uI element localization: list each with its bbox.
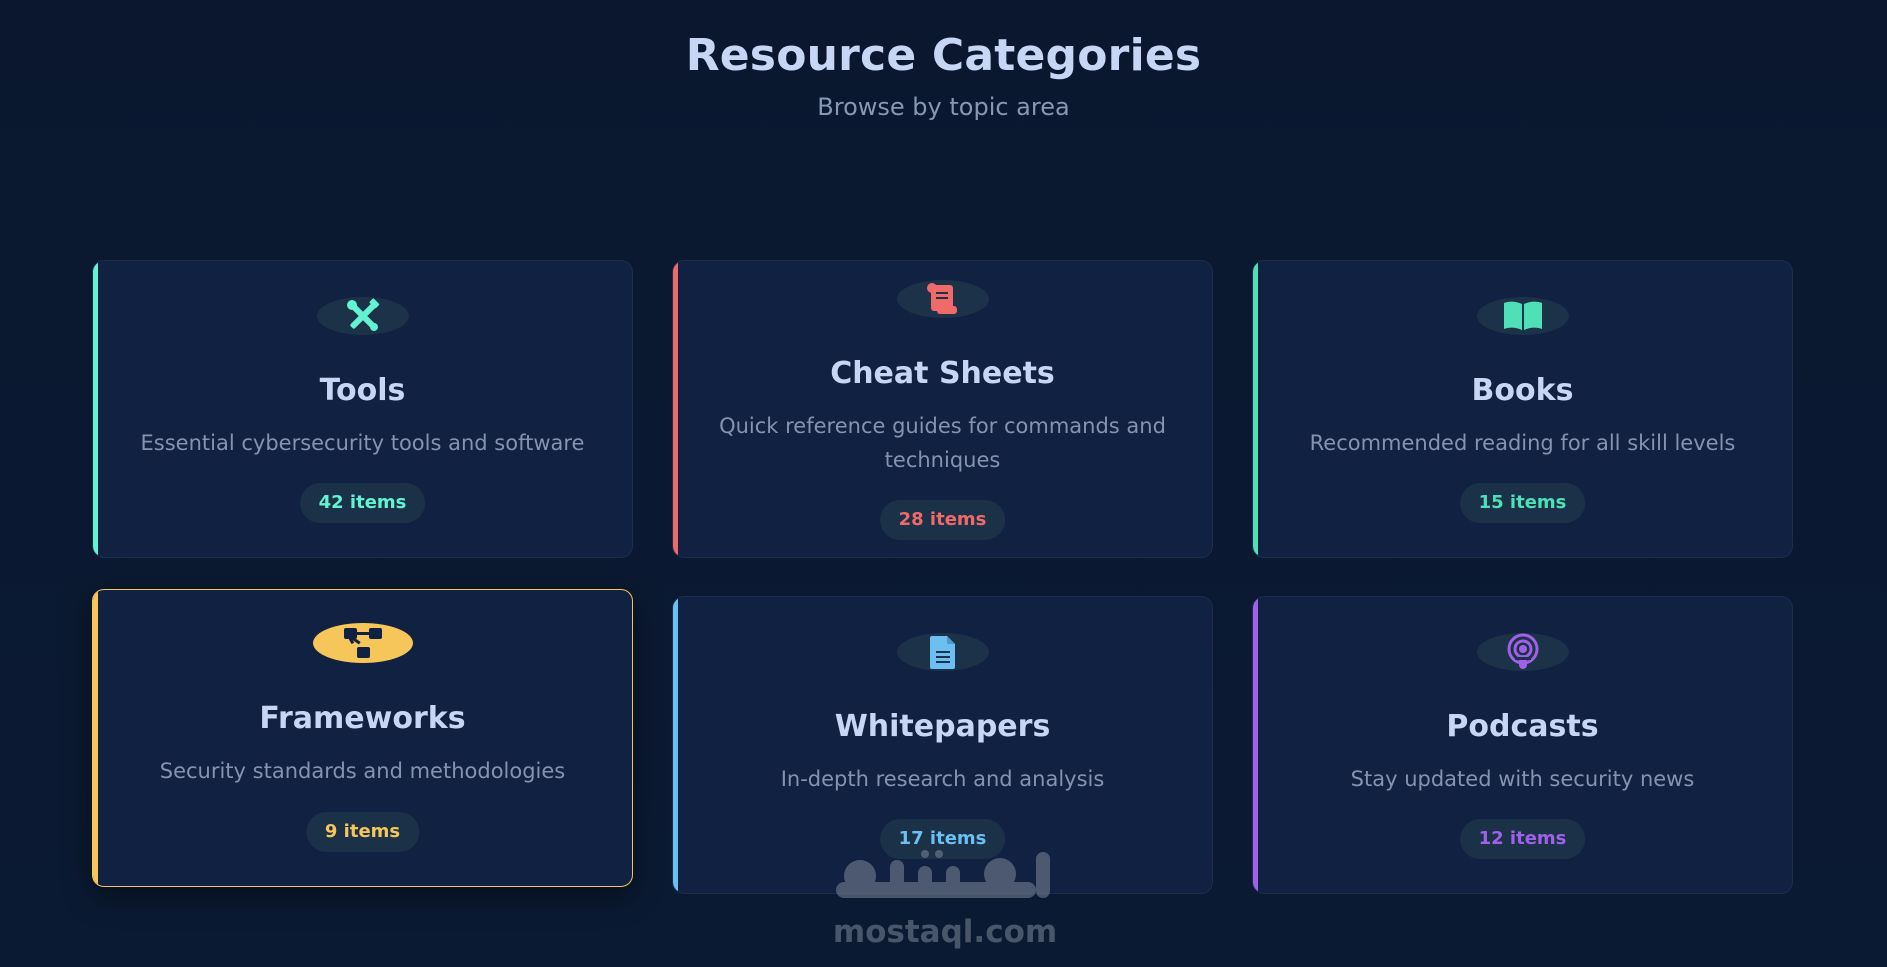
- card-description: Security standards and methodologies: [159, 759, 566, 783]
- page-subtitle: Browse by topic area: [817, 93, 1070, 121]
- category-card-books[interactable]: Books Recommended reading for all skill …: [1252, 260, 1793, 558]
- item-count-badge: 12 items: [1459, 819, 1586, 859]
- category-card-cheat-sheets[interactable]: Cheat Sheets Quick reference guides for …: [672, 260, 1213, 558]
- card-title: Frameworks: [259, 701, 466, 736]
- card-description: In-depth research and analysis: [780, 767, 1105, 791]
- card-title: Tools: [319, 373, 406, 408]
- item-count-badge: 28 items: [879, 500, 1006, 540]
- watermark-text: mostaql.com: [832, 914, 1058, 950]
- tools-icon: [316, 297, 409, 335]
- category-card-whitepapers[interactable]: Whitepapers In-depth research and analys…: [672, 596, 1213, 894]
- card-accent-bar: [673, 261, 678, 557]
- book-open-icon: [1476, 297, 1569, 335]
- page-header: Resource Categories Browse by topic area: [0, 30, 1887, 121]
- category-card-tools[interactable]: Tools Essential cybersecurity tools and …: [92, 260, 633, 558]
- card-title: Books: [1471, 373, 1574, 408]
- podcast-icon: [1476, 633, 1569, 671]
- card-accent-bar: [1253, 597, 1258, 893]
- card-description: Recommended reading for all skill levels: [1309, 431, 1736, 455]
- page: Resource Categories Browse by topic area…: [0, 0, 1887, 967]
- card-accent-bar: [93, 261, 98, 557]
- card-accent-bar: [1253, 261, 1258, 557]
- item-count-badge: 15 items: [1459, 483, 1586, 523]
- page-title: Resource Categories: [685, 30, 1202, 81]
- card-title: Cheat Sheets: [830, 356, 1055, 391]
- item-count-badge: 42 items: [299, 483, 426, 523]
- item-count-badge: 17 items: [879, 819, 1006, 859]
- card-description: Stay updated with security news: [1350, 767, 1695, 791]
- file-text-icon: [896, 633, 989, 671]
- card-title: Podcasts: [1446, 709, 1599, 744]
- scroll-icon: [896, 280, 989, 318]
- card-description: Essential cybersecurity tools and softwa…: [140, 431, 585, 455]
- card-title: Whitepapers: [834, 709, 1051, 744]
- card-accent-bar: [673, 597, 678, 893]
- card-accent-bar: [93, 590, 98, 886]
- category-card-frameworks[interactable]: Frameworks Security standards and method…: [92, 589, 633, 887]
- category-card-podcasts[interactable]: Podcasts Stay updated with security news…: [1252, 596, 1793, 894]
- sitemap-icon: [312, 623, 413, 663]
- item-count-badge: 9 items: [305, 812, 420, 852]
- card-description: Quick reference guides for commands and …: [719, 414, 1166, 472]
